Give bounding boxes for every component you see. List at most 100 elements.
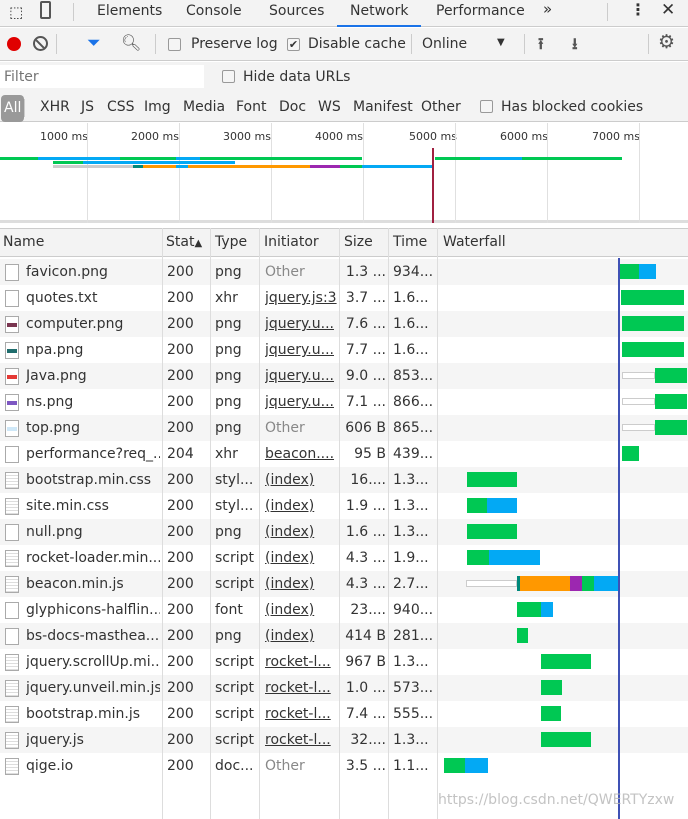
hide-data-urls-checkbox[interactable]: [222, 70, 235, 83]
column-divider[interactable]: [388, 228, 389, 819]
tab-elements[interactable]: Elements: [97, 0, 162, 27]
clear-icon[interactable]: [33, 36, 48, 51]
export-har-icon[interactable]: ⭳: [572, 33, 578, 60]
type-filter-font[interactable]: Font: [236, 99, 266, 115]
record-button[interactable]: [7, 37, 21, 51]
column-divider[interactable]: [210, 228, 211, 819]
import-har-icon[interactable]: ⭱: [538, 33, 544, 60]
table-row[interactable]: bs-docs-masthea... 200 png (index) 414 B 281.…: [0, 623, 688, 649]
row-initiator[interactable]: rocket-l...: [265, 701, 337, 727]
type-filter-media[interactable]: Media: [183, 99, 225, 115]
chevron-down-icon[interactable]: ▼: [497, 37, 505, 48]
table-row[interactable]: glyphicons-halflin... 200 font (index) 23...…: [0, 597, 688, 623]
table-row[interactable]: beacon.min.js 200 script (index) 4.3 ... 2.7.…: [0, 571, 688, 597]
file-icon: [5, 316, 19, 333]
table-row[interactable]: rocket-loader.min... 200 script (index) 4.3 …: [0, 545, 688, 571]
row-name: quotes.txt: [26, 290, 98, 306]
column-status[interactable]: Stat▲: [163, 228, 202, 256]
column-time[interactable]: Time: [390, 228, 427, 256]
type-filter-doc[interactable]: Doc: [279, 99, 306, 115]
more-options-icon[interactable]: ⋮: [630, 0, 646, 19]
column-name[interactable]: Name: [0, 228, 44, 256]
tab-performance[interactable]: Performance: [436, 0, 525, 27]
row-size: 16....: [350, 472, 386, 488]
row-initiator[interactable]: rocket-l...: [265, 649, 337, 675]
table-row[interactable]: ns.png 200 png jquery.u... 7.1 ... 866...: [0, 389, 688, 415]
row-initiator[interactable]: (index): [265, 519, 337, 545]
column-divider[interactable]: [162, 228, 163, 819]
table-row[interactable]: favicon.png 200 png Other 1.3 ... 934...: [0, 259, 688, 285]
row-initiator[interactable]: rocket-l...: [265, 675, 337, 701]
column-initiator[interactable]: Initiator: [261, 228, 319, 256]
column-waterfall[interactable]: Waterfall: [440, 228, 506, 256]
tab-sources[interactable]: Sources: [269, 0, 324, 27]
table-row[interactable]: site.min.css 200 styl... (index) 1.9 ... 1.3.…: [0, 493, 688, 519]
tab-network[interactable]: Network: [337, 0, 421, 27]
row-type: styl...: [215, 472, 254, 488]
disable-cache-checkbox[interactable]: ✔: [287, 38, 300, 51]
column-divider[interactable]: [259, 228, 260, 819]
column-type[interactable]: Type: [212, 228, 247, 256]
gear-icon[interactable]: ⚙: [658, 31, 675, 53]
table-row[interactable]: Java.png 200 png jquery.u... 9.0 ... 853...: [0, 363, 688, 389]
table-row[interactable]: bootstrap.min.css 200 styl... (index) 16....…: [0, 467, 688, 493]
row-initiator[interactable]: (index): [265, 467, 337, 493]
row-initiator[interactable]: (index): [265, 545, 337, 571]
row-initiator[interactable]: jquery.u...: [265, 389, 337, 415]
inspect-element-icon[interactable]: ⬚: [9, 3, 23, 21]
row-time: 940...: [393, 602, 434, 618]
column-divider[interactable]: [437, 228, 438, 819]
type-filter-img[interactable]: Img: [144, 99, 171, 115]
row-initiator[interactable]: (index): [265, 571, 337, 597]
table-row[interactable]: jquery.js 200 script rocket-l... 32.... 1.3..…: [0, 727, 688, 753]
waterfall-bar: [620, 264, 639, 279]
filter-input[interactable]: [0, 65, 204, 88]
table-row[interactable]: computer.png 200 png jquery.u... 7.6 ... 1.6.…: [0, 311, 688, 337]
waterfall-bar: [466, 580, 517, 587]
table-row[interactable]: quotes.txt 200 xhr jquery.js:3 3.7 ... 1.6...: [0, 285, 688, 311]
row-status: 200: [167, 628, 194, 644]
type-filter-ws[interactable]: WS: [318, 99, 341, 115]
row-initiator[interactable]: (index): [265, 597, 337, 623]
type-filter-all[interactable]: All: [1, 95, 25, 122]
device-toolbar-icon[interactable]: [40, 1, 51, 19]
waterfall-bar: [541, 680, 562, 695]
preserve-log-checkbox[interactable]: [168, 38, 181, 51]
type-filter-other[interactable]: Other: [421, 99, 461, 115]
table-row[interactable]: performance?req_... 204 xhr beacon.... 95 B 4…: [0, 441, 688, 467]
more-tabs-icon[interactable]: »: [543, 0, 552, 18]
table-row[interactable]: null.png 200 png (index) 1.6 ... 1.3...: [0, 519, 688, 545]
row-type: script: [215, 706, 255, 722]
type-filter-xhr[interactable]: XHR: [40, 99, 70, 115]
tab-console[interactable]: Console: [186, 0, 242, 27]
row-initiator[interactable]: rocket-l...: [265, 727, 337, 753]
row-initiator[interactable]: (index): [265, 493, 337, 519]
row-initiator[interactable]: jquery.js:3: [265, 285, 337, 311]
table-row[interactable]: qige.io 200 doc... Other 3.5 ... 1.1...: [0, 753, 688, 779]
table-row[interactable]: top.png 200 png Other 606 B 865...: [0, 415, 688, 441]
row-status: 200: [167, 602, 194, 618]
filter-icon[interactable]: ⏷: [87, 33, 101, 53]
close-icon[interactable]: ✕: [661, 0, 675, 20]
row-name: rocket-loader.min...: [26, 550, 160, 566]
table-row[interactable]: bootstrap.min.js 200 script rocket-l... 7.4 …: [0, 701, 688, 727]
type-filter-css[interactable]: CSS: [107, 99, 135, 115]
row-initiator: Other: [265, 420, 305, 436]
row-initiator[interactable]: jquery.u...: [265, 311, 337, 337]
column-divider[interactable]: [339, 228, 340, 819]
has-blocked-cookies-checkbox[interactable]: [480, 100, 493, 113]
table-row[interactable]: jquery.unveil.min.js 200 script rocket-l...…: [0, 675, 688, 701]
row-initiator[interactable]: jquery.u...: [265, 337, 337, 363]
type-filter-js[interactable]: JS: [81, 99, 94, 115]
throttling-select[interactable]: Online: [422, 36, 467, 52]
table-row[interactable]: npa.png 200 png jquery.u... 7.7 ... 1.6...: [0, 337, 688, 363]
search-icon[interactable]: 🔍︎: [121, 33, 141, 52]
type-filter-manifest[interactable]: Manifest: [353, 99, 413, 115]
row-initiator[interactable]: (index): [265, 623, 337, 649]
overview-bar: [176, 157, 200, 160]
column-size[interactable]: Size: [341, 228, 373, 256]
table-row[interactable]: jquery.scrollUp.mi... 200 script rocket-l..…: [0, 649, 688, 675]
row-status: 200: [167, 758, 194, 774]
row-initiator[interactable]: beacon....: [265, 441, 337, 467]
row-initiator[interactable]: jquery.u...: [265, 363, 337, 389]
